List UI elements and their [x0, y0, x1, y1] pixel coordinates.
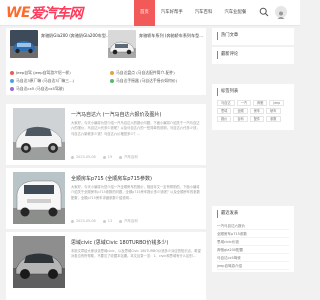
- bullet-icon: [10, 87, 14, 91]
- featured-thumb: [10, 30, 38, 58]
- recent-posts-panel: 最近发表 一汽马自达六报价 全顺房车p715参数 思域civic价钱 奔驰gla…: [212, 206, 294, 272]
- recent-post-link[interactable]: 全顺房车p715参数: [217, 230, 289, 238]
- tag-cloud: 马自达 一汽 奔驰 jeep 思域 全顺 房车 轿车 报价 百科 配件 参数: [217, 100, 289, 122]
- tag-link[interactable]: 配件: [249, 116, 265, 122]
- bullet-icon: [110, 79, 114, 83]
- date-meta: 2023-05-08: [71, 219, 96, 223]
- list-item[interactable]: 马自达3原厂嘛 (马自达3厂嘛三...) 马自达手摇器 (马自达手摇价如何价): [10, 77, 202, 85]
- article-meta: 2023-05-08 19 汽车百科: [71, 154, 203, 159]
- tag-link[interactable]: 报价: [217, 116, 232, 122]
- featured-item[interactable]: 奔驰轿车系列 (奔驰轿车系列车型...: [108, 30, 206, 60]
- article-meta: 2023-05-08 13 汽车百科: [71, 218, 203, 223]
- category-meta[interactable]: 汽车百科: [119, 155, 138, 159]
- site-header: WE 爱汽车网 首页 汽车好帮手 汽车百科 汽车业配餐: [0, 0, 300, 26]
- featured-title: 奔驰轿车系列 (奔驰轿车系列车型...: [139, 33, 204, 38]
- recent-post-link[interactable]: jeep自驾游介绍: [217, 262, 289, 270]
- tag-link[interactable]: 百科: [233, 116, 248, 122]
- featured-box: 奔驰奶Gla200 (奔驰奶Gla200车型... 奔驰轿车系列 (奔驰轿车系列…: [6, 28, 206, 95]
- mini-link[interactable]: Jeep自驾 (jeep自驾游介绍一样): [16, 70, 71, 75]
- recent-post-link[interactable]: 一汽马自达六报价: [217, 222, 289, 230]
- article-thumb[interactable]: [13, 108, 65, 160]
- recent-posts-heading: 最近发表: [217, 210, 238, 218]
- mini-article-list: Jeep自驾 (jeep自驾游介绍一样) 马自达盘点 (马自达配件简介-配件) …: [10, 69, 202, 93]
- tag-link[interactable]: 轿车: [266, 108, 281, 114]
- article-thumb[interactable]: [13, 236, 65, 288]
- nav-item-home[interactable]: 首页: [134, 0, 155, 26]
- tag-link[interactable]: 房车: [249, 108, 265, 114]
- views-meta: 13: [102, 219, 112, 223]
- tag-link[interactable]: 奔驰: [252, 100, 268, 106]
- tag-link[interactable]: jeep: [269, 100, 285, 106]
- date-meta: 2023-05-08: [71, 155, 96, 159]
- eye-icon: [102, 155, 106, 159]
- list-item[interactable]: Jeep自驾 (jeep自驾游介绍一样) 马自达盘点 (马自达配件简介-配件): [10, 69, 202, 77]
- list-item[interactable]: 马自达cx5 (马自达cx5驾驶): [10, 85, 202, 93]
- bullet-icon: [110, 71, 114, 75]
- bullet-icon: [10, 71, 14, 75]
- logo-name-text: 爱汽车网: [30, 5, 83, 22]
- article-title[interactable]: 思域civic (思域Civic 180TURBO价钱多少): [71, 239, 203, 246]
- tag-link[interactable]: 马自达: [217, 100, 235, 106]
- eye-icon: [102, 219, 106, 223]
- article-card[interactable]: 思域civic (思域Civic 180TURBO价钱多少) 本篇文章给大家谈谈…: [6, 232, 206, 300]
- article-excerpt: 本篇文章给大家谈谈思域civic，以及思域Civic 180TURBO价钱多少对…: [71, 249, 201, 259]
- article-title[interactable]: 一汽马自达六 (一汽马自达六报价及图片): [71, 111, 203, 118]
- user-avatar-icon[interactable]: [275, 6, 287, 19]
- article-thumb[interactable]: [13, 172, 65, 224]
- recent-post-link[interactable]: 马自达cx5驾驶: [217, 254, 289, 262]
- search-icon[interactable]: [259, 7, 269, 17]
- mini-link[interactable]: 马自达3原厂嘛 (马自达3厂嘛三...): [16, 78, 74, 83]
- nav-item-helper[interactable]: 汽车好帮手: [155, 0, 189, 26]
- featured-title: 奔驰奶Gla200 (奔驰奶Gla200车型...: [41, 33, 108, 38]
- tags-panel: 标签列表 马自达 一汽 奔驰 jeep 思域 全顺 房车 轿车 报价 百科 配件…: [212, 84, 294, 130]
- tags-heading: 标签列表: [217, 88, 238, 96]
- article-card[interactable]: 全顺房车p715 (全顺房车p715参数) 大家好，今天小编将为您介绍一汽全顺房…: [6, 168, 206, 229]
- recent-post-link[interactable]: 思域civic价钱: [217, 238, 289, 246]
- tag-link[interactable]: 参数: [266, 116, 281, 122]
- latest-comments-heading: 最新评论: [217, 51, 238, 59]
- article-excerpt: 大家好，今天小编将为您介绍一汽马自达六的报价问题，下面小编将介绍关于一汽马自达六…: [71, 121, 200, 136]
- latest-comments-panel: 最新评论: [212, 47, 294, 64]
- mini-link[interactable]: 马自达手摇器 (马自达手摇价如何价): [110, 77, 177, 85]
- page: WE 爱汽车网 首页 汽车好帮手 汽车百科 汽车业配餐 奔驰奶Gla200 (奔…: [0, 0, 300, 300]
- clock-icon: [71, 219, 74, 223]
- clock-icon: [71, 155, 74, 159]
- views-meta: 19: [102, 155, 112, 159]
- tag-link[interactable]: 一汽: [236, 100, 251, 106]
- folder-icon: [119, 219, 123, 223]
- featured-thumb: [108, 30, 136, 58]
- recent-post-link[interactable]: 奔驰gla200配置: [217, 246, 289, 254]
- main-nav: 首页 汽车好帮手 汽车百科 汽车业配餐: [134, 0, 252, 26]
- category-meta[interactable]: 汽车百科: [119, 219, 138, 223]
- article-card[interactable]: 一汽马自达六 (一汽马自达六报价及图片) 大家好，今天小编将为您介绍一汽马自达六…: [6, 104, 206, 165]
- folder-icon: [119, 155, 123, 159]
- hot-articles-panel: 热门文章: [212, 28, 294, 45]
- article-title[interactable]: 全顺房车p715 (全顺房车p715参数): [71, 175, 203, 182]
- article-excerpt: 大家好，今天小编将为您介绍一汽全顺房车的报价，相信本文一定有帮助的，下面小编将介…: [71, 185, 200, 200]
- bullet-icon: [10, 79, 14, 83]
- mini-link[interactable]: 马自达盘点 (马自达配件简介-配件): [110, 69, 175, 77]
- logo-we-text: WE: [6, 4, 31, 21]
- tag-link[interactable]: 全顺: [233, 108, 248, 114]
- hot-articles-heading: 热门文章: [217, 32, 238, 40]
- recent-posts-list: 一汽马自达六报价 全顺房车p715参数 思域civic价钱 奔驰gla200配置…: [217, 222, 289, 270]
- mini-link[interactable]: 马自达cx5 (马自达cx5驾驶): [16, 86, 64, 91]
- featured-item[interactable]: 奔驰奶Gla200 (奔驰奶Gla200车型...: [10, 30, 108, 60]
- nav-item-encyclopedia[interactable]: 汽车百科: [189, 0, 219, 26]
- site-logo[interactable]: WE 爱汽车网: [6, 4, 83, 22]
- tag-link[interactable]: 思域: [217, 108, 232, 114]
- nav-item-accessories[interactable]: 汽车业配餐: [218, 0, 252, 26]
